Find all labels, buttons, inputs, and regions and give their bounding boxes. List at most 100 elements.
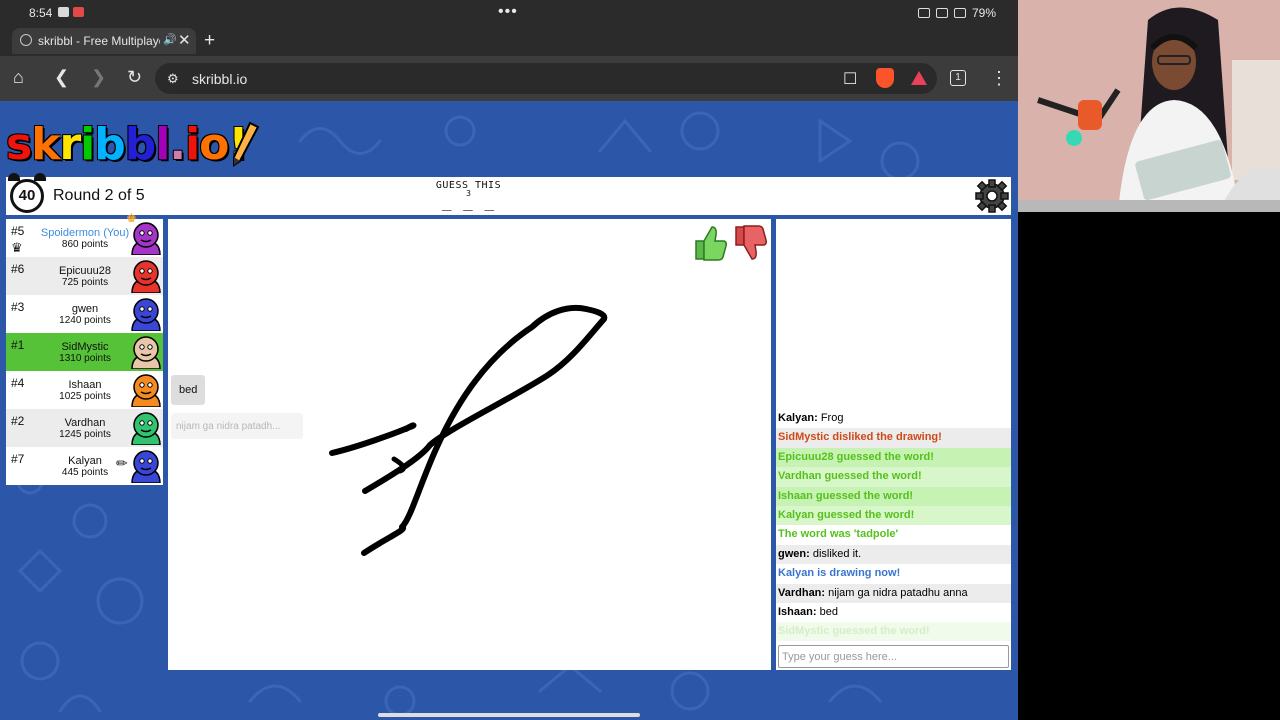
player-avatar-icon: [131, 260, 161, 293]
tab-title: skribbl - Free Multiplayer: [38, 34, 160, 48]
logo-letter: s: [6, 119, 32, 170]
logo-letter: b: [94, 119, 125, 170]
player-rank: #7: [11, 452, 25, 466]
chat-message: Vardhan: nijam ga nidra patadhu anna: [776, 583, 1011, 603]
speaker-icon[interactable]: 🔊: [163, 33, 177, 46]
chat-message: Ishaan: bed: [776, 603, 1011, 622]
chat-message: gwen: disliked it.: [776, 544, 1011, 565]
clock-bell-right: [34, 173, 46, 181]
chat-text: Ishaan guessed the word!: [778, 489, 914, 502]
player-row[interactable]: #6 Epicuuu28 725 points: [6, 257, 163, 295]
menu-icon[interactable]: ⋮: [990, 68, 1008, 89]
settings-gear-icon[interactable]: [975, 179, 1009, 213]
player-row[interactable]: #2 Vardhan 1245 points: [6, 409, 163, 447]
word-blanks: _ _ _: [441, 192, 496, 211]
bookmark-icon[interactable]: ☐: [843, 69, 857, 89]
player-avatar-icon: [131, 336, 161, 369]
word-hint: GUESS THIS 3 _ _ _: [386, 180, 551, 211]
chat-text: disliked it.: [812, 547, 862, 560]
status-bar: 8:54 ••• 79%: [0, 0, 1018, 26]
logo-letter: l: [155, 119, 170, 170]
crown-icon: ♛: [11, 240, 23, 255]
wifi-icon: [953, 8, 966, 18]
brave-shields-icon[interactable]: [876, 68, 894, 88]
player-points: 1240 points: [59, 315, 111, 326]
browser-toolbar: ⌂ ❮ ❯ ↻ ⚙ skribbl.io ☐ 1 ⋮: [0, 56, 1018, 101]
guess-input[interactable]: [778, 645, 1009, 668]
player-rank: #3: [11, 300, 25, 314]
logo-letter: b: [124, 119, 156, 170]
close-tab-icon[interactable]: ✕: [178, 31, 191, 49]
back-icon[interactable]: ❮: [54, 68, 69, 86]
chat-message: SidMystic guessed the word!: [776, 622, 1011, 641]
player-row[interactable]: #4 Ishaan 1025 points: [6, 371, 163, 409]
chat-text: Epicuuu28 guessed the word!: [778, 450, 934, 463]
game-page: skribbl.io! 40 Round 2 of 5 GUESS THIS 3…: [0, 101, 1018, 720]
home-icon[interactable]: ⌂: [13, 68, 24, 86]
player-row[interactable]: #5 Spoidermon (You) 860 points ♛ ♚: [6, 211, 163, 257]
player-row[interactable]: #1 SidMystic 1310 points: [6, 333, 163, 371]
thumbs-up-icon[interactable]: [695, 226, 727, 261]
reload-icon[interactable]: ↻: [127, 68, 142, 86]
window-handle-dots-icon[interactable]: •••: [498, 3, 518, 21]
chat-message: Vardhan guessed the word!: [776, 467, 1011, 487]
player-row[interactable]: #7 Kalyan 445 points ✏: [6, 447, 163, 485]
network-speed-icon: [935, 8, 948, 18]
chat-text: nijam ga nidra patadhu anna: [828, 586, 968, 599]
player-name: Spoidermon (You): [40, 227, 130, 239]
battery-percent: 79%: [971, 6, 996, 20]
player-points: 1245 points: [59, 429, 111, 440]
status-right: 79%: [917, 6, 996, 20]
round-indicator: Round 2 of 5: [53, 187, 145, 204]
player-rank: #5: [11, 224, 25, 238]
new-tab-button[interactable]: +: [204, 30, 215, 52]
chat-panel: Kalyan: Frog SidMystic disliked the drawi…: [776, 219, 1011, 670]
chat-text: Kalyan is drawing now!: [778, 567, 901, 580]
player-avatar-icon: [131, 450, 161, 483]
player-avatar-icon: [131, 222, 161, 255]
gesture-bar[interactable]: [378, 713, 640, 717]
address-bar[interactable]: ⚙ skribbl.io ☐: [155, 63, 937, 94]
tab-bar: skribbl - Free Multiplayer 🔊 ✕: [0, 26, 1018, 56]
player-row[interactable]: #3 gwen 1240 points: [6, 295, 163, 333]
player-points: 1310 points: [59, 353, 111, 364]
site-settings-icon[interactable]: ⚙: [167, 71, 179, 87]
forward-icon[interactable]: ❯: [91, 68, 106, 86]
url-text: skribbl.io: [192, 71, 248, 87]
player-points: 860 points: [61, 239, 109, 250]
logo-letter: i: [80, 119, 95, 170]
skribbl-favicon-icon: [20, 34, 32, 46]
pencil-logo-icon: [233, 121, 260, 167]
player-avatar-icon: [131, 374, 161, 407]
status-time: 8:54: [29, 6, 53, 20]
screen: 8:54 ••• 79% skribbl - Free Multiplayer …: [0, 0, 1280, 720]
owner-crown-icon: ♚: [126, 211, 137, 225]
chat-author: Ishaan:: [778, 605, 817, 618]
chat-messages: Kalyan: Frog SidMystic disliked the drawi…: [776, 409, 1011, 641]
player-points: 725 points: [61, 277, 109, 288]
timer: 40: [10, 179, 44, 213]
chat-text: The word was 'tadpole': [778, 528, 899, 541]
chat-message: Epicuuu28 guessed the word!: [776, 447, 1011, 468]
tab-count-button[interactable]: 1: [950, 70, 966, 86]
drawing-pencil-icon: ✏: [116, 455, 128, 471]
chat-author: gwen:: [778, 547, 810, 560]
brave-rewards-icon[interactable]: [911, 71, 927, 85]
logo-letter: .: [169, 119, 186, 170]
youtube-notification-icon: [58, 7, 69, 17]
chat-text: Kalyan guessed the word!: [778, 508, 915, 521]
chat-message: The word was 'tadpole': [776, 525, 1011, 544]
drawing-canvas[interactable]: [168, 219, 771, 670]
speech-bubble-ishaan: bed: [171, 375, 206, 405]
player-avatar-icon: [131, 298, 161, 331]
drawing-strokes: [329, 305, 608, 556]
chat-text: bed: [819, 605, 838, 618]
chat-text: Vardhan guessed the word!: [778, 470, 922, 483]
thumbs-down-icon[interactable]: [735, 225, 767, 260]
player-name: Vardhan: [64, 417, 106, 429]
browser-tab[interactable]: skribbl - Free Multiplayer 🔊 ✕: [12, 28, 196, 54]
skribbl-logo[interactable]: skribbl.io!: [6, 119, 248, 171]
player-name: Epicuuu28: [59, 265, 111, 277]
chat-message: Kalyan: Frog: [776, 409, 1011, 428]
player-rank: #4: [11, 376, 25, 390]
